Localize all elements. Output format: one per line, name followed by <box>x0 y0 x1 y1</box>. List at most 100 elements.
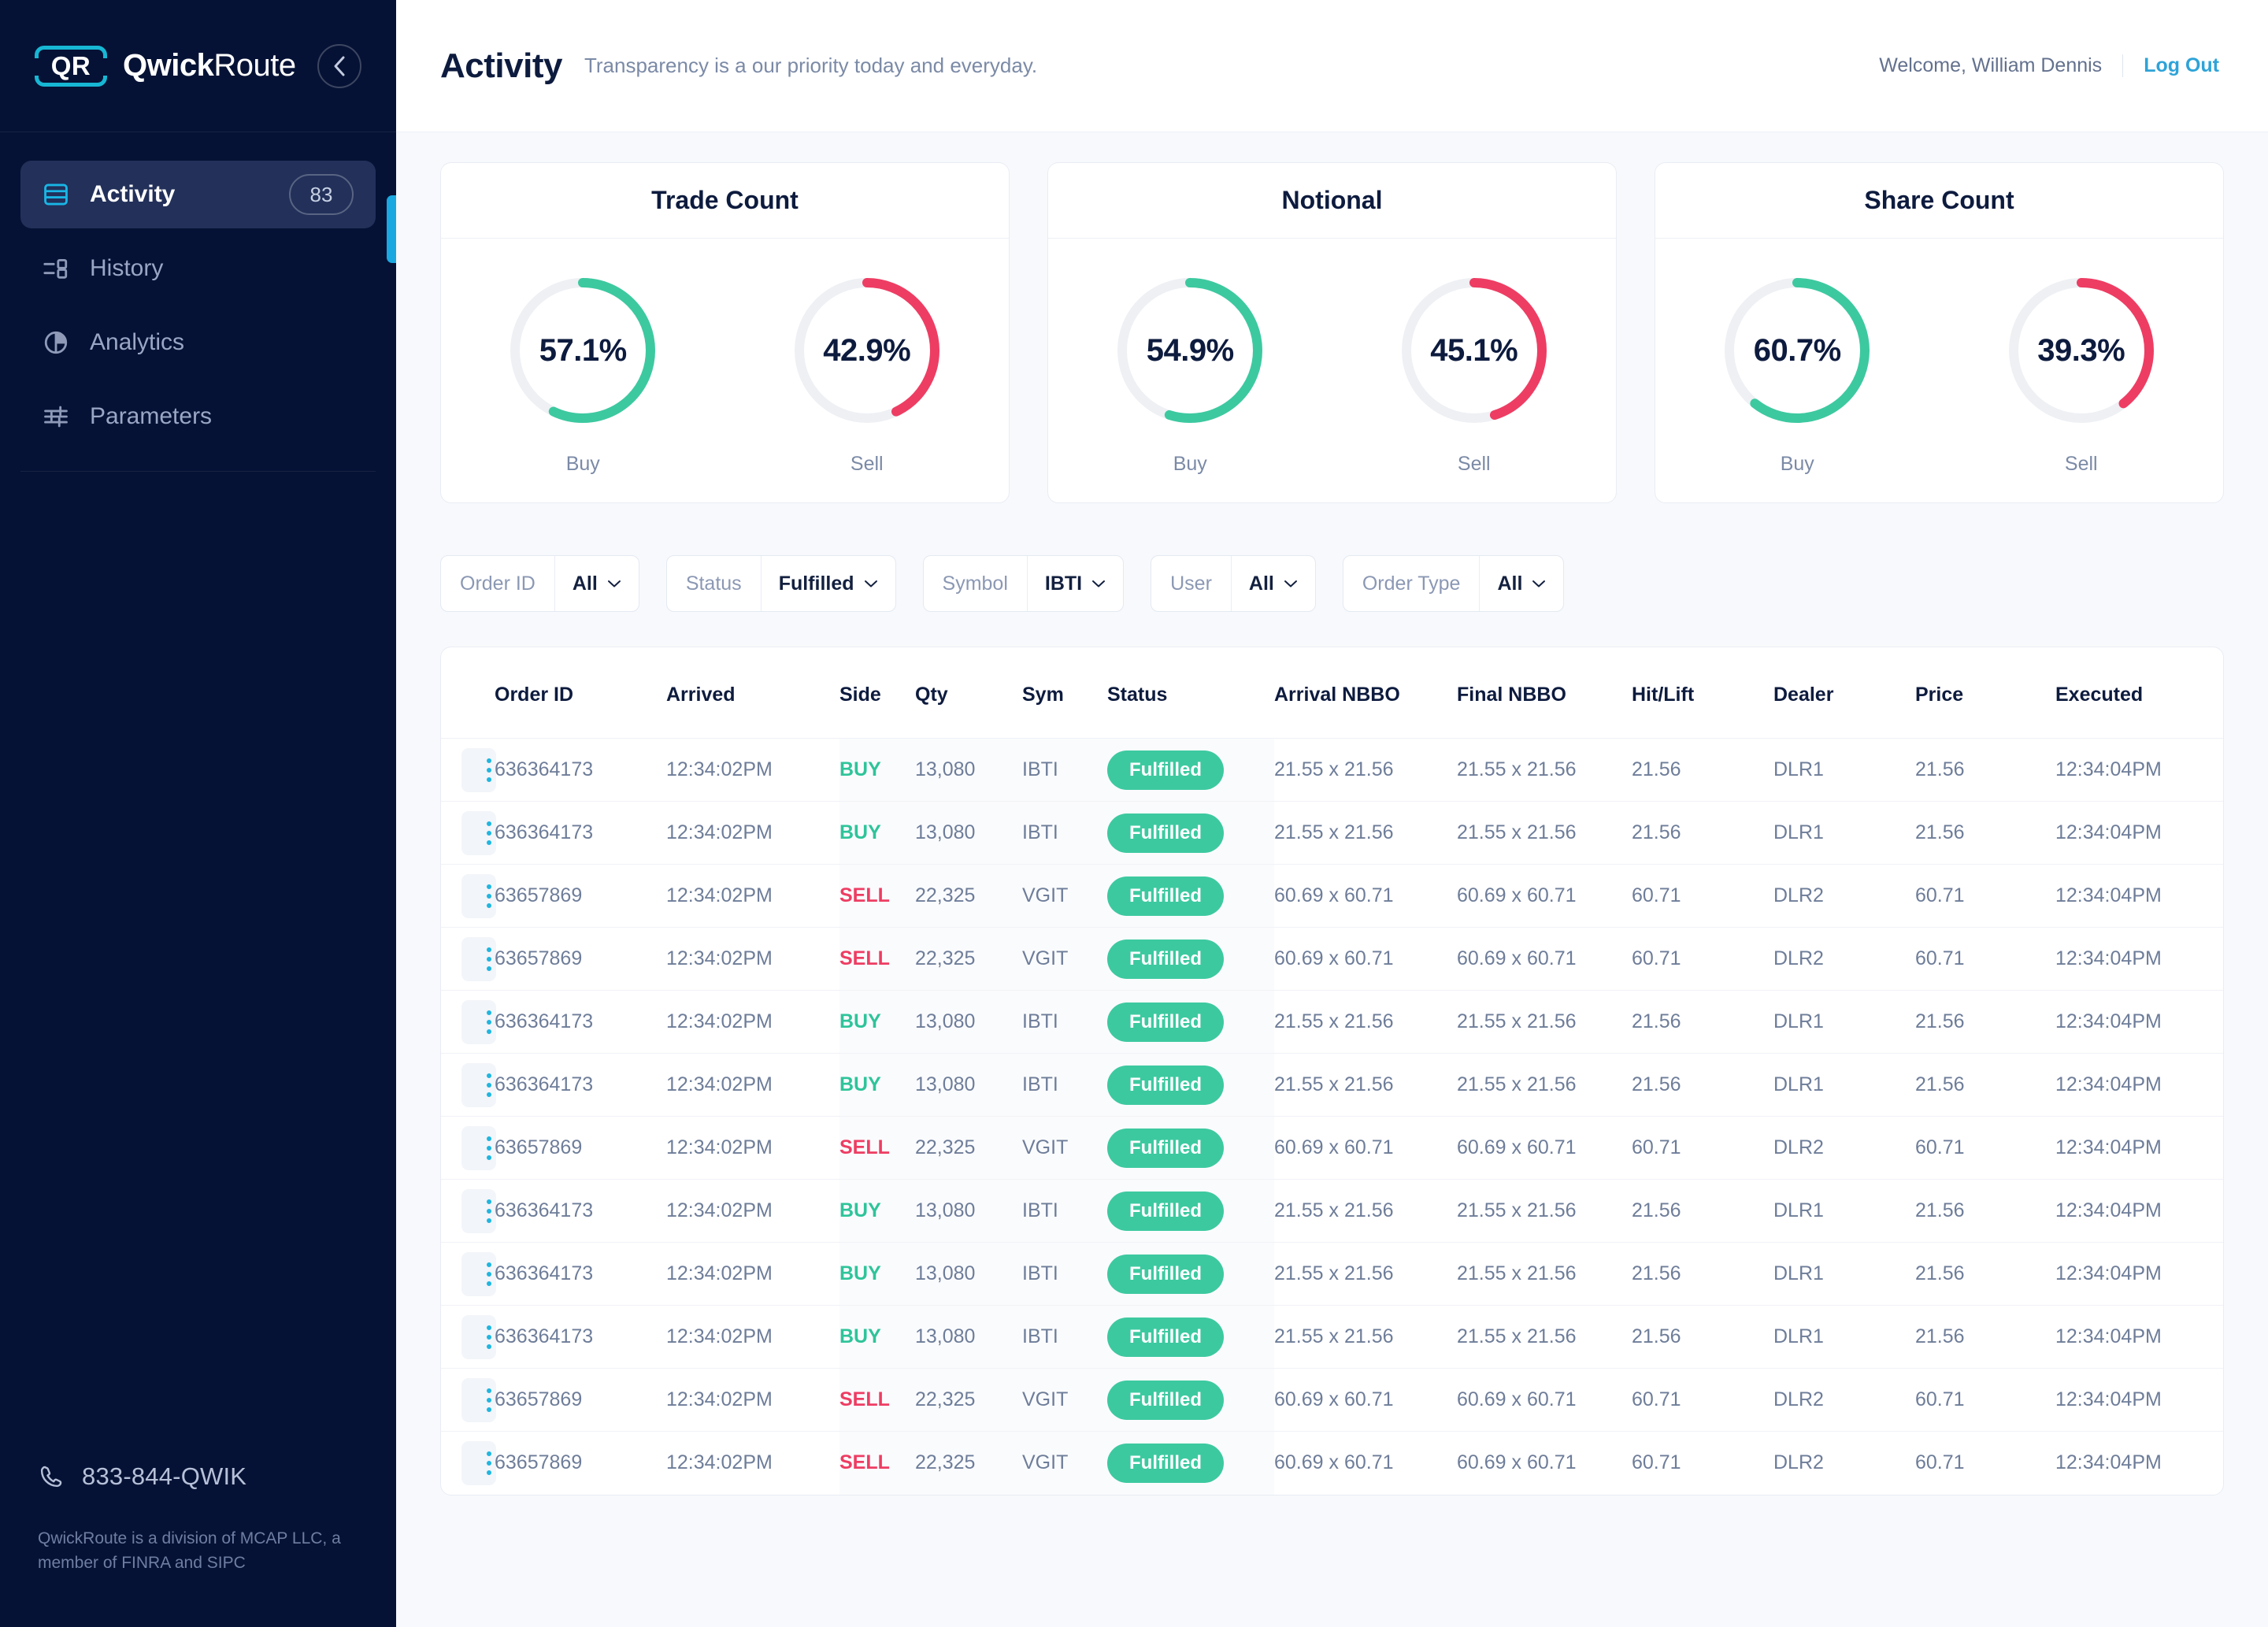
row-menu-kebab-icon[interactable] <box>461 999 496 1044</box>
cell-side-text: BUY <box>839 1010 881 1032</box>
gauge-buy: 57.1% Buy <box>441 272 725 476</box>
sidebar-item-label: History <box>90 255 164 281</box>
cell-dealer: DLR2 <box>1773 1451 1824 1474</box>
cell-qty: 22,325 <box>915 864 1022 928</box>
table-row[interactable]: 63657869 12:34:02PM SELL 22,325 VGIT Fulfille… <box>441 864 2223 928</box>
queue-list-icon <box>43 255 77 282</box>
th-arrived[interactable]: Arrived <box>666 647 839 739</box>
sidebar-divider <box>20 471 376 472</box>
support-phone[interactable]: 833-844-QWIK <box>38 1462 358 1491</box>
th-status[interactable]: Status <box>1107 647 1274 739</box>
cell-final-nbbo: 21.55 x 21.56 <box>1457 1179 1632 1243</box>
kpi-gauges: 60.7% Buy 39.3% Sell <box>1655 239 2223 502</box>
cell-status: Fulfilled <box>1107 1179 1274 1243</box>
cell-sym: IBTI <box>1022 990 1107 1054</box>
filter-value[interactable]: IBTI <box>1026 556 1123 611</box>
kpi-card-share-count: Share Count 60.7% Buy 39.3% Sell <box>1655 162 2224 503</box>
row-menu-kebab-icon[interactable] <box>461 1440 496 1485</box>
cell-side: BUY <box>839 1053 915 1117</box>
cell-side: BUY <box>839 1242 915 1306</box>
th-order-id[interactable]: Order ID <box>495 647 666 739</box>
sidebar-nav: Activity 83 History Analytics Parameters <box>0 132 396 1462</box>
table-row[interactable]: 636364173 12:34:02PM BUY 13,080 IBTI Fulfille… <box>441 1305 2223 1369</box>
th-side[interactable]: Side <box>839 647 915 739</box>
filter-user[interactable]: User All <box>1151 555 1316 612</box>
table-row[interactable]: 636364173 12:34:02PM BUY 13,080 IBTI Fulfille… <box>441 1053 2223 1117</box>
filter-value[interactable]: All <box>1479 556 1563 611</box>
table-header-row: Order ID Arrived Side Qty Sym Status Arr… <box>441 647 2223 739</box>
cell-final-nbbo: 60.69 x 60.71 <box>1457 1116 1632 1180</box>
th-final-nbbo[interactable]: Final NBBO <box>1457 647 1632 739</box>
cell-order-id: 63657869 <box>495 864 666 928</box>
gauge-sell: 42.9% Sell <box>725 272 1010 476</box>
sidebar-item-history[interactable]: History <box>20 235 376 302</box>
brand-logo[interactable]: QR QwickRoute <box>33 45 317 87</box>
cell-hit-lift: 60.71 <box>1632 927 1773 991</box>
gauge-value: 45.1% <box>1430 332 1518 368</box>
cell-dealer: DLR2 <box>1773 1368 1915 1432</box>
table-row[interactable]: 636364173 12:34:02PM BUY 13,080 IBTI Fulfille… <box>441 738 2223 802</box>
cell-arrived: 12:34:02PM <box>666 1368 839 1432</box>
row-menu-kebab-icon[interactable] <box>461 1251 496 1296</box>
qr-logo-icon: QR <box>33 45 109 87</box>
chevron-down-icon <box>1092 580 1106 587</box>
cell-dealer: DLR2 <box>1773 1116 1915 1180</box>
row-menu-kebab-icon[interactable] <box>461 873 496 918</box>
orders-table: Order ID Arrived Side Qty Sym Status Arr… <box>441 647 2223 1495</box>
filter-value[interactable]: Fulfilled <box>760 556 895 611</box>
table-row[interactable]: 63657869 12:34:02PM SELL 22,325 VGIT Fulfille… <box>441 1116 2223 1180</box>
th-executed[interactable]: Executed <box>2055 647 2223 739</box>
filter-symbol[interactable]: Symbol IBTI <box>922 555 1125 612</box>
row-menu-kebab-icon[interactable] <box>461 1314 496 1359</box>
th-price[interactable]: Price <box>1915 647 2055 739</box>
filter-order-id[interactable]: Order ID All <box>440 555 639 612</box>
th-hit-lift[interactable]: Hit/Lift <box>1632 647 1773 739</box>
cell-hit-lift: 21.56 <box>1632 1242 1773 1306</box>
sidebar-item-label: Analytics <box>90 329 185 355</box>
row-menu-kebab-icon[interactable] <box>461 1188 496 1233</box>
cell-sym: VGIT <box>1022 927 1107 991</box>
filter-status[interactable]: Status Fulfilled <box>665 555 896 612</box>
table-row[interactable]: 63657869 12:34:02PM SELL 22,325 VGIT Fulfille… <box>441 1431 2223 1495</box>
table-row[interactable]: 636364173 12:34:02PM BUY 13,080 IBTI Fulfille… <box>441 801 2223 865</box>
table-row[interactable]: 636364173 12:34:02PM BUY 13,080 IBTI Fulfille… <box>441 990 2223 1054</box>
cell-qty: 13,080 <box>915 1305 1022 1369</box>
table-row[interactable]: 636364173 12:34:02PM BUY 13,080 IBTI Fulfille… <box>441 1242 2223 1306</box>
cell-arrival-nbbo: 21.55 x 21.56 <box>1274 1305 1457 1369</box>
cell-executed: 12:34:04PM <box>2055 927 2223 991</box>
th-qty[interactable]: Qty <box>915 647 1022 739</box>
row-menu-kebab-icon[interactable] <box>461 810 496 855</box>
sidebar-collapse-button[interactable] <box>317 43 361 88</box>
gauge-value: 39.3% <box>2037 332 2125 368</box>
cell-qty: 13,080 <box>915 738 1022 802</box>
cell-arrival-nbbo: 21.55 x 21.56 <box>1274 1053 1457 1117</box>
sidebar-activity-badge: 83 <box>289 174 354 215</box>
row-menu-kebab-icon[interactable] <box>461 936 496 981</box>
filter-value[interactable]: All <box>554 556 639 611</box>
cell-sym: IBTI <box>1022 1242 1107 1306</box>
cell-order-id: 636364173 <box>495 1053 666 1117</box>
cell-status: Fulfilled <box>1107 801 1274 865</box>
table-row[interactable]: 63657869 12:34:02PM SELL 22,325 VGIT Fulfille… <box>441 927 2223 991</box>
th-arrival-nbbo[interactable]: Arrival NBBO <box>1274 647 1457 739</box>
cell-dealer: DLR1 <box>1773 801 1915 865</box>
filter-value[interactable]: All <box>1230 556 1315 611</box>
row-menu-kebab-icon[interactable] <box>461 747 496 792</box>
sidebar-item-parameters[interactable]: Parameters <box>20 383 376 450</box>
sidebar-item-activity[interactable]: Activity 83 <box>20 161 376 228</box>
row-menu-kebab-icon[interactable] <box>461 1062 496 1107</box>
cell-arrival-nbbo: 21.55 x 21.56 <box>1274 990 1457 1054</box>
th-sym[interactable]: Sym <box>1022 647 1107 739</box>
filter-value-text: All <box>1248 572 1274 595</box>
sidebar-item-analytics[interactable]: Analytics <box>20 309 376 376</box>
cell-final-nbbo: 60.69 x 60.71 <box>1457 927 1632 991</box>
row-menu-kebab-icon[interactable] <box>461 1125 496 1170</box>
row-menu-kebab-icon[interactable] <box>461 1377 496 1422</box>
th-dealer[interactable]: Dealer <box>1773 647 1915 739</box>
filter-order-type[interactable]: Order Type All <box>1342 555 1565 612</box>
table-row[interactable]: 63657869 12:34:02PM SELL 22,325 VGIT Fulfille… <box>441 1368 2223 1432</box>
logout-button[interactable]: Log Out <box>2122 54 2219 77</box>
brand-name: QwickRoute <box>123 48 296 83</box>
table-row[interactable]: 636364173 12:34:02PM BUY 13,080 IBTI Fulfille… <box>441 1179 2223 1243</box>
cell-executed: 12:34:04PM <box>2055 1451 2162 1474</box>
